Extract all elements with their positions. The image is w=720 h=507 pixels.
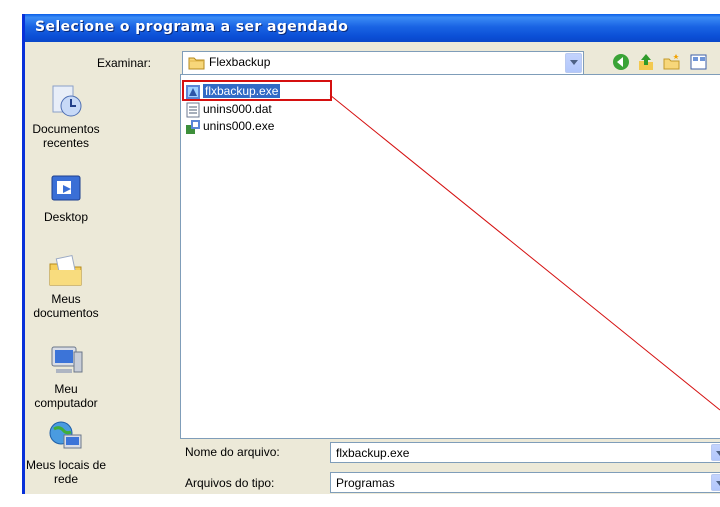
annotation-arrow-line <box>329 94 720 411</box>
